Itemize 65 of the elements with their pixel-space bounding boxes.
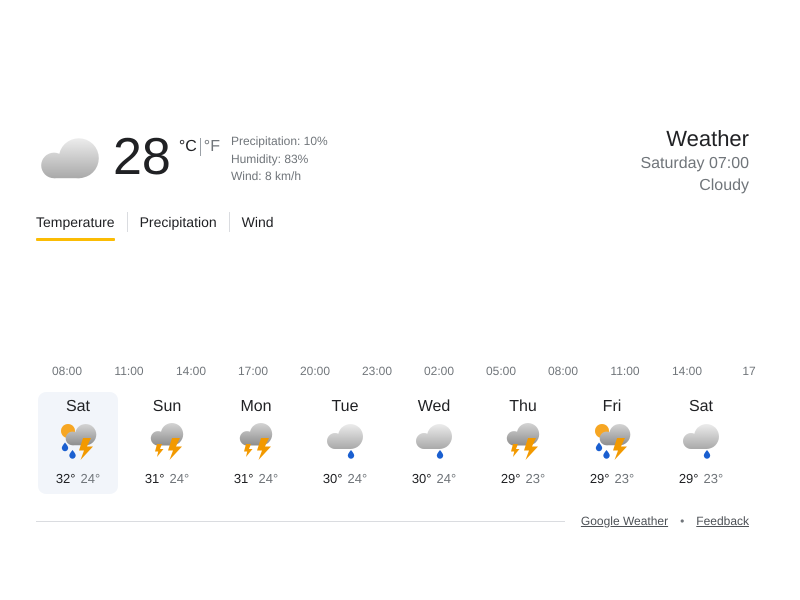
hour-label: 14:00 [672,363,702,379]
weather-detail: Humidity: 83% [230,150,310,168]
high-temperature: 29° [590,471,610,487]
date-time: Saturday 07:00 [640,154,749,174]
hour-label: 14:00 [176,363,206,379]
low-temperature: 24° [258,471,278,487]
day-name: Tue [332,397,358,417]
hour-label: 20:00 [300,363,330,379]
low-temperature: 23° [526,471,546,487]
day-card[interactable]: Wed 30° 24° [394,392,474,494]
weather-condition: Cloudy [699,176,749,196]
day-name: Wed [418,397,450,417]
sun-cloud-rain-lightning-icon [58,421,98,461]
weather-detail: Precipitation: 10% [230,133,328,150]
low-temperature: 24° [436,471,456,487]
footer-link[interactable]: Google Weather [580,513,668,529]
hour-label: 05:00 [486,363,516,379]
cloud-rain-icon [325,421,365,461]
unit-toggle[interactable]: °F [204,137,220,157]
day-card[interactable]: Sat 32° 24° [38,392,118,494]
unit-toggle[interactable]: °C [178,137,197,157]
hour-label: 11:00 [610,363,640,379]
low-temperature: 24° [348,471,368,487]
separator-dot: • [680,513,684,529]
day-card[interactable]: Sun 31° 24° [127,392,207,494]
high-temperature: 31° [144,471,164,487]
cloud-rain-icon [681,421,721,461]
temperature-value: 28 [113,131,171,183]
day-card[interactable]: Mon 31° 24° [216,392,296,494]
day-name: Sun [152,397,182,417]
low-temperature: 23° [614,471,634,487]
day-name: Mon [240,397,272,417]
cloud-icon [38,138,102,180]
day-card[interactable]: Fri 29° 23° [572,392,652,494]
cloud-rain-icon [414,421,454,461]
day-name: Thu [509,397,537,417]
hour-label: 02:00 [424,363,454,379]
hour-label: 11:00 [114,363,144,379]
high-temperature: 31° [234,471,254,487]
hour-label: 17:00 [238,363,268,379]
low-temperature: 23° [704,471,724,487]
day-name: Fri [602,397,622,417]
high-temperature: 30° [412,471,432,487]
tab[interactable]: Wind [242,212,274,241]
day-card[interactable]: Tue 30° 24° [305,392,385,494]
low-temperature: 24° [80,471,100,487]
hour-label: 08:00 [548,363,578,379]
tab[interactable]: Precipitation [140,212,217,241]
day-card[interactable]: Thu 29° 23° [483,392,563,494]
hour-label: 17 [742,363,756,379]
hour-label: 23:00 [362,363,392,379]
high-temperature: 30° [322,471,342,487]
day-name: Sat [688,397,713,417]
low-temperature: 24° [170,471,190,487]
footer-link[interactable]: Feedback [696,513,749,529]
day-card[interactable]: Sat 29° 23° [661,392,741,494]
high-temperature: 32° [56,471,76,487]
weather-detail: Wind: 8 km/h [230,168,302,185]
hour-label: 08:00 [52,363,82,379]
tab[interactable]: Temperature [36,212,115,241]
high-temperature: 29° [500,471,520,487]
high-temperature: 29° [678,471,698,487]
day-name: Sat [66,397,90,417]
weather-title: Weather [666,125,749,153]
sun-cloud-rain-lightning-icon [592,421,632,461]
